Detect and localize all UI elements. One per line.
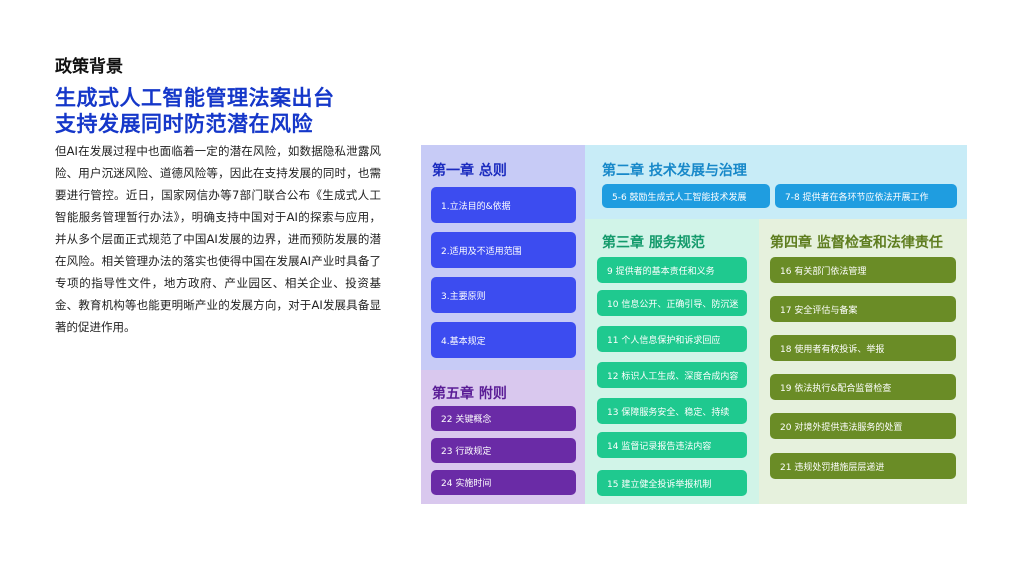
chapter-3-item: 12 标识人工生成、深度合成内容 bbox=[597, 362, 747, 388]
chapter-2-item: 7-8 提供者在各环节应依法开展工作 bbox=[775, 184, 957, 208]
chapter-3-item: 10 信息公开、正确引导、防沉迷 bbox=[597, 290, 747, 316]
chapter-3-item: 14 监督记录报告违法内容 bbox=[597, 432, 747, 458]
chapter-3-item: 9 提供者的基本责任和义务 bbox=[597, 257, 747, 283]
chapter-5-item: 23 行政规定 bbox=[431, 438, 576, 463]
chapter-3-item: 11 个人信息保护和诉求回应 bbox=[597, 326, 747, 352]
chapter-1-item: 3.主要原则 bbox=[431, 277, 576, 313]
chapter-1-item: 2.适用及不适用范围 bbox=[431, 232, 576, 268]
chapter-5-item: 22 关键概念 bbox=[431, 406, 576, 431]
chapter-4-title: 第四章 监督检查和法律责任 bbox=[770, 235, 943, 251]
chapter-4-item: 20 对境外提供违法服务的处置 bbox=[770, 413, 956, 439]
chapter-2-panel: 第二章 技术发展与治理 5-6 鼓励生成式人工智能技术发展 7-8 提供者在各环… bbox=[585, 145, 967, 219]
chapter-5-title: 第五章 附则 bbox=[432, 386, 507, 402]
headline-line-2: 支持发展同时防范潜在风险 bbox=[55, 112, 313, 136]
chapter-3-panel: 第三章 服务规范 9 提供者的基本责任和义务 10 信息公开、正确引导、防沉迷 … bbox=[585, 219, 759, 504]
section-label: 政策背景 bbox=[55, 57, 123, 77]
chapter-3-item: 13 保障服务安全、稳定、持续 bbox=[597, 398, 747, 424]
chapter-4-item: 19 依法执行&配合监督检查 bbox=[770, 374, 956, 400]
chapter-4-item: 16 有关部门依法管理 bbox=[770, 257, 956, 283]
chapter-5-panel: 第五章 附则 22 关键概念 23 行政规定 24 实施时间 bbox=[421, 370, 585, 504]
chapter-4-panel: 第四章 监督检查和法律责任 16 有关部门依法管理 17 安全评估与备案 18 … bbox=[759, 219, 967, 504]
chapter-4-item: 18 使用者有权投诉、举报 bbox=[770, 335, 956, 361]
chapter-3-item: 15 建立健全投诉举报机制 bbox=[597, 470, 747, 496]
chapter-2-item: 5-6 鼓励生成式人工智能技术发展 bbox=[602, 184, 770, 208]
chapter-4-item: 21 违规处罚措施层层递进 bbox=[770, 453, 956, 479]
chapter-1-panel: 第一章 总则 1.立法目的&依据 2.适用及不适用范围 3.主要原则 4.基本规… bbox=[421, 145, 585, 370]
body-paragraph: 但AI在发展过程中也面临着一定的潜在风险，如数据隐私泄露风险、用户沉迷风险、道德… bbox=[55, 144, 381, 334]
chapter-5-item: 24 实施时间 bbox=[431, 470, 576, 495]
chapter-1-item: 4.基本规定 bbox=[431, 322, 576, 358]
chapter-2-title: 第二章 技术发展与治理 bbox=[602, 163, 747, 179]
chapter-1-item: 1.立法目的&依据 bbox=[431, 187, 576, 223]
chapter-4-item: 17 安全评估与备案 bbox=[770, 296, 956, 322]
chapter-3-title: 第三章 服务规范 bbox=[602, 235, 705, 251]
chapter-1-title: 第一章 总则 bbox=[432, 163, 507, 179]
